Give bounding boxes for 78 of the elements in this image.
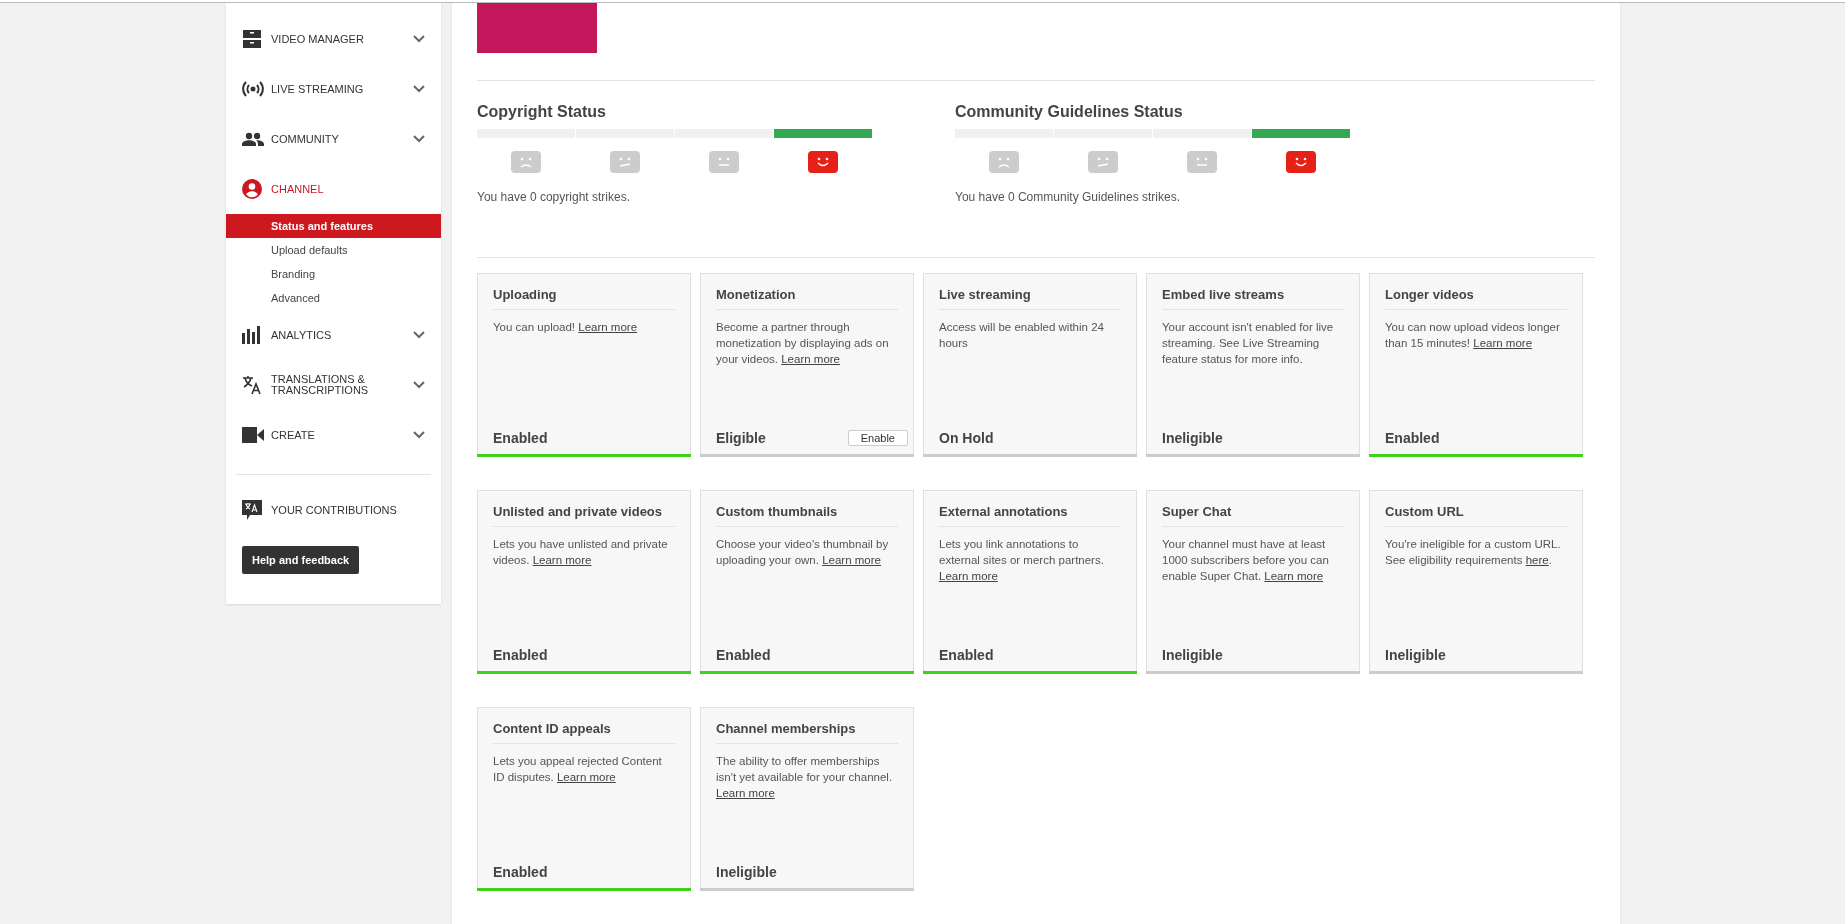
feature-title: Embed live streams bbox=[1162, 287, 1286, 302]
learn-more-link[interactable]: Learn more bbox=[939, 570, 998, 582]
learn-more-link[interactable]: Learn more bbox=[556, 771, 616, 783]
feature-title: Uploading bbox=[493, 287, 558, 302]
sub-nav-item[interactable]: Status and features bbox=[226, 214, 441, 238]
feature-status: Eligible bbox=[716, 430, 766, 446]
feature-description: You're ineligible for a custom URL. See eligibility requirements here. bbox=[1385, 537, 1562, 568]
feature-title: Super Chat bbox=[1162, 504, 1233, 519]
strikes-message: You have 0 copyright strikes. bbox=[477, 190, 631, 204]
help-feedback-button[interactable]: Help and feedback bbox=[242, 546, 360, 574]
learn-more-link[interactable]: Learn more bbox=[822, 554, 881, 566]
nav-item[interactable]: VIDEO MANAGER bbox=[226, 14, 441, 64]
feature-status: Enabled bbox=[716, 647, 771, 663]
feature-title: Custom URL bbox=[1385, 504, 1465, 519]
feature-status: Ineligible bbox=[1385, 647, 1446, 663]
feature-status: Enabled bbox=[939, 647, 994, 663]
feature-status: On Hold bbox=[939, 430, 994, 446]
feature-description: You can now upload videos longer than 15 minutes! Learn more bbox=[1385, 320, 1561, 351]
feature-description: The ability to offer memberships isn't yet available for your channel. Learn more bbox=[716, 754, 894, 801]
feature-title: Channel memberships bbox=[716, 721, 857, 736]
feature-status: Enabled bbox=[493, 864, 548, 880]
feature-status: Enabled bbox=[493, 430, 548, 446]
people-icon bbox=[242, 132, 264, 146]
feature-description: Lets you have unlisted and private videos. Learn more bbox=[493, 537, 669, 568]
feature-description: Lets you appeal rejected Content ID disputes. Learn more bbox=[493, 754, 663, 785]
chevron-down-icon bbox=[413, 331, 425, 339]
enable-button[interactable]: Enable bbox=[847, 430, 908, 446]
nav-item[interactable]: ANALYTICS bbox=[226, 310, 441, 360]
video-camera-icon bbox=[242, 427, 264, 443]
learn-more-link[interactable]: Learn more bbox=[1473, 337, 1533, 349]
feature-status: Ineligible bbox=[1162, 647, 1223, 663]
feature-status: Enabled bbox=[1385, 430, 1440, 446]
section-heading: Copyright Status bbox=[477, 103, 607, 121]
feature-title: Live streaming bbox=[939, 287, 1032, 302]
feature-description: Your account isn't enabled for live streaming. See Live Streaming feature status for more info. bbox=[1162, 320, 1335, 367]
chevron-down-icon bbox=[413, 85, 425, 93]
strikes-message: You have 0 Community Guidelines strikes. bbox=[955, 190, 1181, 204]
person-circle-icon bbox=[242, 179, 262, 199]
sub-nav-item[interactable]: Advanced bbox=[226, 286, 441, 310]
learn-more-link[interactable]: Learn more bbox=[781, 353, 840, 365]
nav-item[interactable]: COMMUNITY bbox=[226, 114, 441, 164]
feature-title: Monetization bbox=[716, 287, 797, 302]
feature-title: Longer videos bbox=[1385, 287, 1475, 302]
chevron-down-icon bbox=[413, 135, 425, 143]
feature-description: Choose your video's thumbnail by uploading your own. Learn more bbox=[716, 537, 890, 568]
feature-title: Content ID appeals bbox=[493, 721, 612, 736]
translate-bubble-icon bbox=[242, 500, 262, 520]
chevron-down-icon bbox=[413, 35, 425, 43]
drawers-icon bbox=[242, 29, 262, 49]
translate-icon bbox=[242, 375, 264, 395]
learn-more-link[interactable]: Learn more bbox=[532, 554, 592, 566]
sub-nav-item[interactable]: Branding bbox=[226, 262, 441, 286]
feature-description: Your channel must have at least 1000 subscribers before you can enable Super Chat. Learn more bbox=[1162, 537, 1330, 584]
learn-more-link[interactable]: Learn more bbox=[716, 787, 775, 799]
broadcast-icon bbox=[242, 81, 264, 97]
contributions-link[interactable]: YOUR CONTRIBUTIONS bbox=[271, 504, 425, 516]
feature-status: Ineligible bbox=[716, 864, 777, 880]
nav-item[interactable]: CHANNEL bbox=[226, 164, 441, 214]
feature-status: Enabled bbox=[493, 647, 548, 663]
feature-title: Unlisted and private videos bbox=[493, 504, 664, 519]
feature-status: Ineligible bbox=[1162, 430, 1223, 446]
section-heading: Community Guidelines Status bbox=[955, 103, 1184, 121]
feature-title: Custom thumbnails bbox=[716, 504, 839, 519]
nav-item[interactable]: LIVE STREAMING bbox=[226, 64, 441, 114]
sub-nav-item[interactable]: Upload defaults bbox=[226, 238, 441, 262]
learn-more-link[interactable]: Learn more bbox=[1264, 570, 1324, 582]
nav-item[interactable]: TRANSLATIONS & TRANSCRIPTIONS bbox=[226, 360, 441, 410]
feature-description: Lets you link annotations to external sites or merch partners. Learn more bbox=[939, 537, 1105, 584]
feature-description: Become a partner through monetization by displaying ads on your videos. Learn more bbox=[716, 320, 890, 367]
nav-item[interactable]: CREATE bbox=[226, 410, 441, 460]
learn-more-link[interactable]: here bbox=[1525, 554, 1549, 566]
feature-title: External annotations bbox=[939, 504, 1069, 519]
chevron-down-icon bbox=[413, 381, 425, 389]
chevron-down-icon bbox=[413, 431, 425, 439]
feature-description: Access will be enabled within 24 hours bbox=[939, 320, 1105, 351]
learn-more-link[interactable]: Learn more bbox=[578, 321, 638, 333]
feature-description: You can upload! Learn more bbox=[493, 320, 639, 335]
bar-chart-icon bbox=[242, 326, 262, 344]
